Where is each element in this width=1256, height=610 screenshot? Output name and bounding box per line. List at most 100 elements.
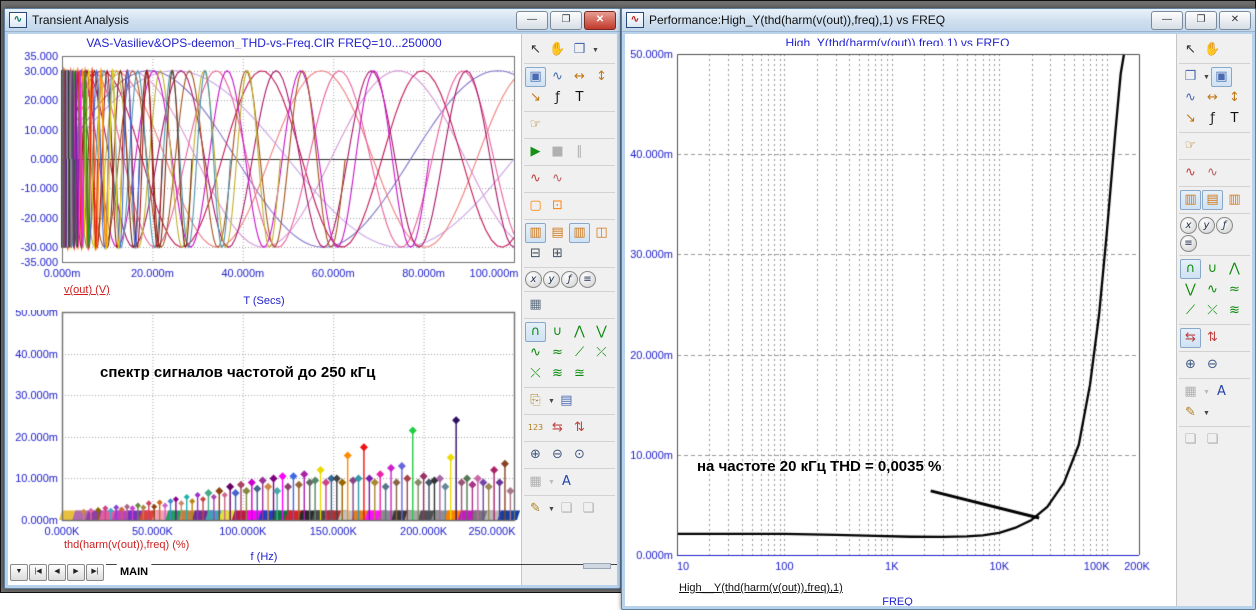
tab-nav-next-button[interactable]: ▶ <box>67 564 85 581</box>
transient-title-bar[interactable]: ∿ Transient Analysis — ❐ ✕ <box>5 9 620 32</box>
cursor-left-button[interactable]: ∿ <box>1180 163 1201 183</box>
annotate-font-button[interactable]: ✎ <box>525 499 546 519</box>
grid-options-button[interactable]: ▦ <box>525 472 546 492</box>
rotate-3d-tool-button[interactable]: ❒ <box>1180 67 1201 87</box>
cursor-right-button[interactable]: ∿ <box>547 169 568 189</box>
go-to-y-button[interactable]: y <box>1198 217 1215 234</box>
zoom-out-button[interactable]: ⊖ <box>547 445 568 465</box>
go-valley-button[interactable]: ∪ <box>547 322 568 342</box>
label-123-button[interactable]: 123 <box>525 418 546 438</box>
properties-button[interactable]: ☞ <box>1180 136 1201 156</box>
go-to-x-button[interactable]: x <box>525 271 542 288</box>
horizontal-tag-button[interactable]: ⊟ <box>525 244 546 264</box>
align-cursors-3-button[interactable]: ▥ <box>569 223 590 243</box>
minimize-button[interactable]: — <box>1151 11 1183 30</box>
select-tool-button[interactable]: ↖ <box>1180 40 1201 60</box>
bring-front-button[interactable]: ❏ <box>1180 430 1201 450</box>
run-button[interactable]: ▶ <box>525 142 546 162</box>
point-tag-button[interactable]: ↘ <box>525 88 546 108</box>
close-button[interactable]: ✕ <box>1219 11 1251 30</box>
grid-options-button[interactable]: ▦ <box>1180 382 1201 402</box>
align-cursors-1-button[interactable]: ▥ <box>1180 190 1201 210</box>
go-valley-button[interactable]: ∪ <box>1202 259 1223 279</box>
erase-table-button[interactable]: ▦ <box>525 295 546 315</box>
go-to-x-button[interactable]: x <box>1180 217 1197 234</box>
go-to-y-button[interactable]: y <box>543 271 560 288</box>
slope-up-button[interactable]: ⟋ <box>569 343 590 363</box>
auto-scale-y-button[interactable]: ⇅ <box>569 418 590 438</box>
go-high-button[interactable]: ⋀ <box>1224 259 1245 279</box>
local-min-button[interactable]: ≈ <box>547 343 568 363</box>
auto-scale-y-button[interactable]: ⇅ <box>1202 328 1223 348</box>
annotate-font-dropdown[interactable]: ▼ <box>548 506 555 513</box>
vertical-scale-button[interactable]: ↕ <box>1224 88 1245 108</box>
tab-main[interactable]: MAIN <box>108 564 160 581</box>
scope-mode-button[interactable]: ▣ <box>1211 67 1232 87</box>
crossing-button[interactable]: ⤬ <box>525 364 546 384</box>
tab-nav-first-button[interactable]: |◀ <box>29 564 47 581</box>
scope-mode-button[interactable]: ▣ <box>525 67 546 87</box>
restore-button[interactable]: ❐ <box>550 11 582 30</box>
point-tag-button[interactable]: ↘ <box>1180 109 1201 129</box>
transient-plot-canvas[interactable] <box>8 49 520 285</box>
performance-title-bar[interactable]: ∿ Performance:High_Y(thd(harm(v(out)),fr… <box>622 9 1255 32</box>
performance-plot-canvas[interactable] <box>625 46 1170 578</box>
crossing-button[interactable]: ⤫ <box>1202 301 1223 321</box>
go-peak-button[interactable]: ∩ <box>1180 259 1201 279</box>
close-button[interactable]: ✕ <box>584 11 616 30</box>
tab-nav-last-button[interactable]: ▶| <box>86 564 104 581</box>
envelope-button[interactable]: ≋ <box>1224 301 1245 321</box>
grid-options-dropdown[interactable]: ▼ <box>548 479 555 486</box>
cursor-position-button[interactable]: ⊞ <box>547 244 568 264</box>
zoom-out-button[interactable]: ⊖ <box>1202 355 1223 375</box>
go-high-button[interactable]: ⋀ <box>569 322 590 342</box>
annotate-font-button[interactable]: ✎ <box>1180 403 1201 423</box>
properties-button[interactable]: ☞ <box>525 115 546 135</box>
minimize-button[interactable]: — <box>516 11 548 30</box>
slope-up-button[interactable]: ⟋ <box>1180 301 1201 321</box>
select-tool-button[interactable]: ↖ <box>525 40 546 60</box>
go-to-branch-button[interactable]: ≡ <box>1180 235 1197 252</box>
pan-tool-button[interactable]: ✋ <box>547 40 568 60</box>
grid-options-dropdown[interactable]: ▼ <box>1203 389 1210 396</box>
rotate-3d-tool-dropdown[interactable]: ▼ <box>592 47 599 54</box>
horizontal-scale-button[interactable]: ↔ <box>569 67 590 87</box>
align-cursors-1-button[interactable]: ▥ <box>525 223 546 243</box>
vertical-scale-button[interactable]: ↕ <box>591 67 612 87</box>
auto-scale-x-button[interactable]: ⇆ <box>547 418 568 438</box>
horizontal-scale-button[interactable]: ↔ <box>1202 88 1223 108</box>
clipboard-dropdown[interactable]: ▼ <box>548 398 555 405</box>
auto-scale-x-button[interactable]: ⇆ <box>1180 328 1201 348</box>
align-cursors-4-button[interactable]: ◫ <box>591 223 612 243</box>
formula-text-button[interactable]: ƒ <box>547 88 568 108</box>
align-cursors-2-button[interactable]: ▤ <box>1202 190 1223 210</box>
rotate-3d-tool-button[interactable]: ❒ <box>569 40 590 60</box>
tab-nav-dropdown-button[interactable]: ▼ <box>10 564 28 581</box>
clipboard-button[interactable]: ⎘ <box>525 391 546 411</box>
local-max-button[interactable]: ∿ <box>1202 280 1223 300</box>
text-tool-button[interactable]: T <box>569 88 590 108</box>
zoom-100-button[interactable]: ⊙ <box>569 445 590 465</box>
formula-text-button[interactable]: ƒ <box>1202 109 1223 129</box>
slope-x-button[interactable]: ⤫ <box>591 343 612 363</box>
go-peak-button[interactable]: ∩ <box>525 322 546 342</box>
font-button[interactable]: A <box>1211 382 1232 402</box>
font-button[interactable]: A <box>556 472 577 492</box>
align-cursors-3-button[interactable]: ▥ <box>1224 190 1245 210</box>
annotate-font-dropdown[interactable]: ▼ <box>1203 410 1210 417</box>
zoom-in-button[interactable]: ⊕ <box>525 445 546 465</box>
numeric-output-button[interactable]: ▤ <box>556 391 577 411</box>
align-cursors-2-button[interactable]: ▤ <box>547 223 568 243</box>
select-region-button[interactable]: ▢ <box>525 196 546 216</box>
zoom-in-button[interactable]: ⊕ <box>1180 355 1201 375</box>
go-to-branch-button[interactable]: ≡ <box>579 271 596 288</box>
data-points-button[interactable]: ⊡ <box>547 196 568 216</box>
tab-nav-prev-button[interactable]: ◀ <box>48 564 66 581</box>
bring-front-button[interactable]: ❏ <box>556 499 577 519</box>
text-tool-button[interactable]: T <box>1224 109 1245 129</box>
go-low-button[interactable]: ⋁ <box>1180 280 1201 300</box>
go-low-button[interactable]: ⋁ <box>591 322 612 342</box>
stop-button[interactable]: ■ <box>547 142 568 162</box>
spectrum-plot-canvas[interactable] <box>8 310 520 538</box>
local-min-button[interactable]: ≈ <box>1224 280 1245 300</box>
